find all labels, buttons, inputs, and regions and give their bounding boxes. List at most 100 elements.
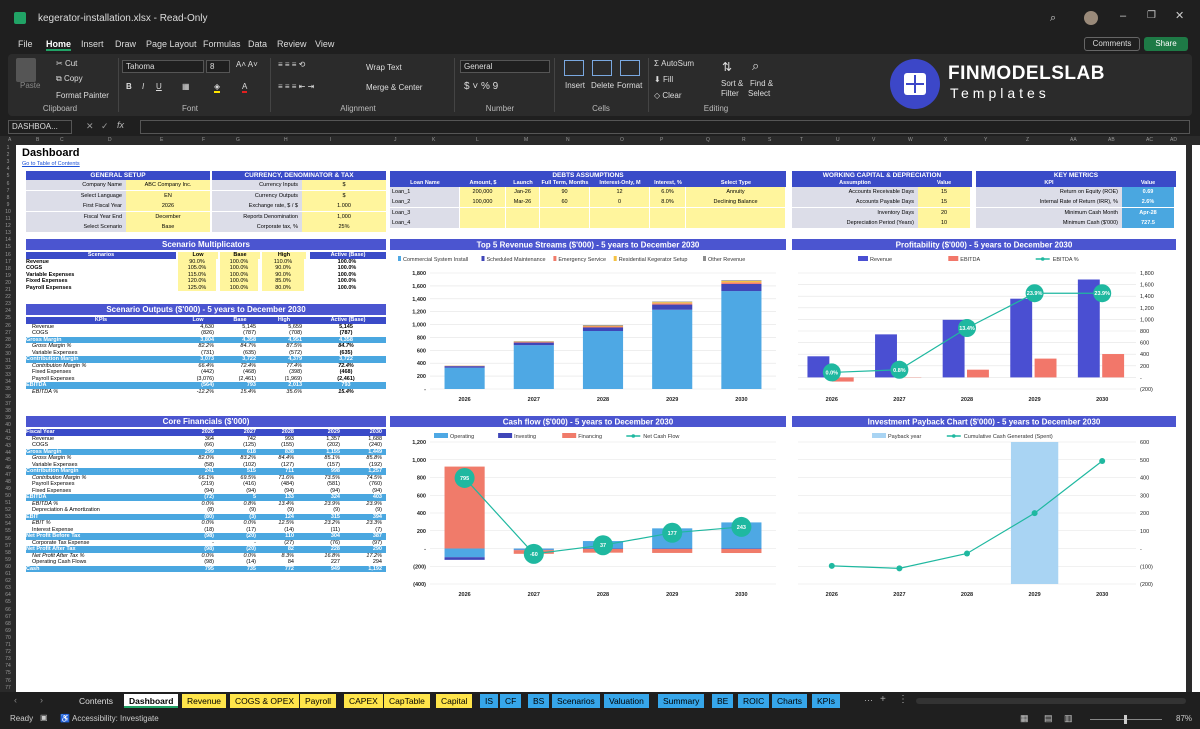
- sheet-tab-revenue[interactable]: Revenue: [182, 694, 227, 708]
- row-header[interactable]: 57: [0, 543, 16, 549]
- debt-cell[interactable]: [686, 218, 785, 229]
- sort-filter-icon[interactable]: ⇅: [722, 60, 732, 74]
- sheet-tab-payroll[interactable]: Payroll: [300, 694, 336, 708]
- sheet-tab-cf[interactable]: CF: [500, 694, 522, 708]
- find-icon[interactable]: ⌕: [752, 58, 759, 74]
- row-header[interactable]: 24: [0, 308, 16, 314]
- row-header[interactable]: 61: [0, 571, 16, 577]
- delete-button[interactable]: Delete: [591, 81, 614, 90]
- setup-value[interactable]: 1,000: [302, 211, 386, 222]
- debt-cell[interactable]: 6.0%: [650, 186, 685, 197]
- row-header[interactable]: 51: [0, 500, 16, 506]
- row-header[interactable]: 44: [0, 450, 16, 456]
- row-header[interactable]: 3: [0, 159, 16, 165]
- row-header[interactable]: 70: [0, 635, 16, 641]
- share-button[interactable]: Share: [1144, 37, 1188, 51]
- font-color-icon[interactable]: A: [242, 82, 248, 93]
- row-header[interactable]: 45: [0, 457, 16, 463]
- sheet-tab-cogs-opex[interactable]: COGS & OPEX: [230, 694, 300, 708]
- row-header[interactable]: 12: [0, 223, 16, 229]
- column-header[interactable]: N: [566, 137, 570, 143]
- debt-cell[interactable]: 12: [590, 186, 649, 197]
- row-header[interactable]: 66: [0, 607, 16, 613]
- column-header[interactable]: W: [908, 137, 913, 143]
- column-header[interactable]: AC: [1146, 137, 1153, 143]
- menu-file[interactable]: File: [18, 39, 33, 49]
- search-icon[interactable]: ⌕: [1050, 12, 1056, 25]
- fill-color-icon[interactable]: ◈: [214, 82, 221, 93]
- setup-value[interactable]: Base: [126, 222, 210, 233]
- row-header[interactable]: 75: [0, 670, 16, 676]
- column-header[interactable]: U: [836, 137, 840, 143]
- restore-icon[interactable]: ❐: [1147, 10, 1156, 21]
- row-header[interactable]: 48: [0, 479, 16, 485]
- debt-cell[interactable]: [650, 218, 685, 229]
- sheet-tab-bs[interactable]: BS: [528, 694, 550, 708]
- row-header[interactable]: 42: [0, 436, 16, 442]
- column-header[interactable]: O: [620, 137, 624, 143]
- row-header[interactable]: 38: [0, 408, 16, 414]
- select-button[interactable]: Select: [748, 89, 770, 98]
- zoom-slider-thumb[interactable]: [1124, 715, 1127, 724]
- zoom-level[interactable]: 87%: [1176, 714, 1192, 723]
- paste-button[interactable]: Paste: [20, 81, 40, 90]
- row-header[interactable]: 16: [0, 252, 16, 258]
- sheet-tab-charts[interactable]: Charts: [772, 694, 808, 708]
- insert-button[interactable]: Insert: [565, 81, 585, 90]
- row-header[interactable]: 31: [0, 358, 16, 364]
- column-header[interactable]: H: [284, 137, 288, 143]
- cut-button[interactable]: ✂ Cut: [56, 59, 77, 68]
- row-header[interactable]: 28: [0, 337, 16, 343]
- setup-value[interactable]: EN: [126, 190, 210, 201]
- column-header[interactable]: J: [394, 137, 397, 143]
- row-header[interactable]: 72: [0, 649, 16, 655]
- font-size-select[interactable]: 8: [206, 60, 230, 73]
- row-header[interactable]: 67: [0, 614, 16, 620]
- clear-button[interactable]: ◇ Clear: [654, 91, 682, 100]
- format-painter-button[interactable]: Format Painter: [56, 91, 109, 100]
- grow-font-icon[interactable]: A˄ A˅: [236, 60, 258, 69]
- insert-cells-icon[interactable]: [564, 60, 584, 76]
- column-header[interactable]: P: [660, 137, 663, 143]
- column-header[interactable]: Q: [706, 137, 710, 143]
- row-header[interactable]: 37: [0, 401, 16, 407]
- menu-page-layout[interactable]: Page Layout: [146, 39, 197, 49]
- column-header[interactable]: V: [872, 137, 875, 143]
- debt-cell[interactable]: 60: [540, 197, 589, 208]
- column-header[interactable]: X: [944, 137, 947, 143]
- sheet-tab-is[interactable]: IS: [480, 694, 499, 708]
- sheet-tab-contents[interactable]: Contents: [74, 694, 119, 708]
- sort-button[interactable]: Sort &: [721, 79, 743, 88]
- menu-home[interactable]: Home: [46, 39, 72, 51]
- column-header[interactable]: D: [108, 137, 112, 143]
- sheet-tab-valuation[interactable]: Valuation: [604, 694, 649, 708]
- metric-value[interactable]: 15: [918, 197, 970, 208]
- column-header[interactable]: I: [330, 137, 331, 143]
- sheet-tab-summary[interactable]: Summary: [658, 694, 705, 708]
- setup-value[interactable]: $: [302, 190, 386, 201]
- row-header[interactable]: 34: [0, 379, 16, 385]
- row-header[interactable]: 29: [0, 344, 16, 350]
- row-header[interactable]: 11: [0, 216, 16, 222]
- avatar[interactable]: [1084, 11, 1098, 25]
- page-break-icon[interactable]: ▥: [1064, 713, 1073, 724]
- row-header[interactable]: 74: [0, 663, 16, 669]
- menu-draw[interactable]: Draw: [115, 39, 136, 49]
- row-header[interactable]: 50: [0, 493, 16, 499]
- debt-cell[interactable]: [506, 218, 539, 229]
- column-header[interactable]: AB: [1108, 137, 1115, 143]
- merge-center-button[interactable]: Merge & Center: [366, 83, 422, 92]
- debt-cell[interactable]: [460, 218, 505, 229]
- debt-cell[interactable]: 0: [590, 197, 649, 208]
- row-header[interactable]: 69: [0, 628, 16, 634]
- formula-input[interactable]: [140, 120, 1190, 134]
- row-header[interactable]: 30: [0, 351, 16, 357]
- sheet-tab-capital[interactable]: Capital: [436, 694, 473, 708]
- row-header[interactable]: 73: [0, 656, 16, 662]
- fx-icon[interactable]: fx: [117, 120, 124, 130]
- row-header[interactable]: 71: [0, 642, 16, 648]
- sheet-tab-scenarios[interactable]: Scenarios: [552, 694, 600, 708]
- borders-icon[interactable]: ▦: [182, 82, 190, 91]
- row-header[interactable]: 13: [0, 230, 16, 236]
- underline-icon[interactable]: U: [156, 82, 162, 91]
